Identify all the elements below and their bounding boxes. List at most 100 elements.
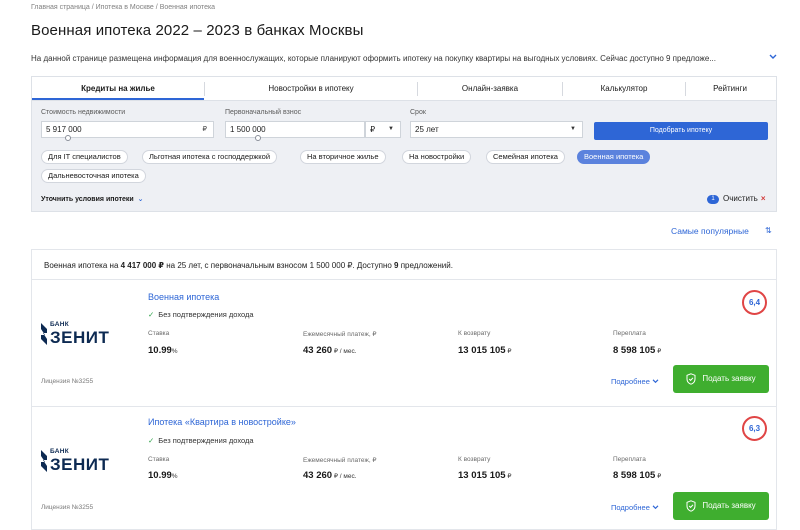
monthly-number: 43 260	[303, 470, 333, 481]
breadcrumb-separator: /	[155, 4, 158, 11]
tab-online-application[interactable]: Онлайн-заявка	[418, 77, 562, 100]
price-currency: ₽	[202, 126, 207, 133]
chip-it-specialists[interactable]: Для IT специалистов	[41, 150, 128, 164]
apply-label: Подать заявку	[702, 501, 756, 510]
overpay-label: Переплата	[613, 456, 646, 463]
return-value: 13 015 105 ₽	[458, 345, 512, 356]
currency-select[interactable]: ₽ ▼	[365, 121, 401, 138]
rate-value: 10.99%	[148, 345, 178, 356]
rating-badge[interactable]: 6,4	[742, 290, 767, 315]
results-list: Военная ипотека на 4 417 000 ₽ на 25 лет…	[31, 249, 777, 530]
down-payment-value: 1 500 000	[230, 125, 266, 134]
apply-label: Подать заявку	[702, 374, 756, 383]
summary-amount: 4 417 000 ₽	[120, 261, 164, 270]
refine-label: Уточнить условия ипотеки	[41, 196, 134, 203]
bank-mark-icon	[41, 450, 47, 472]
overpay-label: Переплата	[613, 330, 646, 337]
more-details-link[interactable]: Подробнее	[611, 377, 659, 386]
tab-ratings[interactable]: Рейтинги	[686, 77, 774, 100]
return-unit: ₽	[505, 473, 512, 480]
bank-logo: БАНК ЗЕНИТ	[41, 448, 131, 478]
term-value: 25 лет	[415, 125, 439, 134]
rate-unit: %	[171, 473, 178, 480]
match-mortgage-button[interactable]: Подобрать ипотеку	[594, 122, 768, 140]
tab-home-loans[interactable]: Кредиты на жилье	[32, 77, 204, 100]
sort-dropdown[interactable]: Самые популярные	[671, 226, 749, 236]
summary-text: на 25 лет, с первоначальным взносом 1 50…	[164, 261, 395, 270]
more-label: Подробнее	[611, 503, 650, 512]
price-label: Стоимость недвижимости	[41, 109, 126, 116]
overpay-unit: ₽	[655, 348, 662, 355]
filter-panel: Кредиты на жилье Новостройки в ипотеку О…	[31, 76, 777, 212]
intro-text: На данной странице размещена информация …	[31, 54, 716, 63]
bank-logo: БАНК ЗЕНИТ	[41, 321, 131, 351]
currency-value: ₽	[370, 125, 376, 134]
offer-card: Военная ипотека ✓ Без подтверждения доход…	[32, 281, 776, 407]
rate-unit: %	[171, 348, 178, 355]
apply-button[interactable]: Подать заявку	[673, 365, 769, 393]
offer-title[interactable]: Ипотека «Квартира в новостройке»	[148, 417, 296, 427]
return-number: 13 015 105	[458, 345, 506, 356]
rate-value: 10.99%	[148, 470, 178, 481]
monthly-unit: ₽ / мес.	[332, 348, 357, 355]
sort-icon[interactable]: ⇅	[765, 226, 772, 235]
rate-label: Ставка	[148, 456, 170, 463]
chip-new-buildings[interactable]: На новостройки	[402, 150, 472, 164]
close-icon: ×	[760, 194, 766, 203]
overpay-number: 8 598 105	[613, 470, 656, 481]
breadcrumb-separator: /	[91, 4, 94, 11]
chip-far-east[interactable]: Дальневосточная ипотека	[41, 169, 146, 183]
breadcrumb-home[interactable]: Главная страница	[31, 4, 90, 11]
overpay-number: 8 598 105	[613, 345, 656, 356]
bank-logo-name: ЗЕНИТ	[50, 455, 110, 474]
return-label: К возврату	[458, 330, 491, 337]
active-filters-badge: 1	[707, 195, 719, 204]
return-number: 13 015 105	[458, 470, 506, 481]
chevron-down-icon: ▼	[388, 126, 394, 132]
monthly-number: 43 260	[303, 345, 333, 356]
no-income-proof-feature: ✓ Без подтверждения дохода	[148, 436, 254, 445]
offer-title[interactable]: Военная ипотека	[148, 292, 219, 302]
no-income-proof-feature: ✓ Без подтверждения дохода	[148, 310, 254, 319]
tab-new-buildings[interactable]: Новостройки в ипотеку	[205, 77, 417, 100]
apply-button[interactable]: Подать заявку	[673, 492, 769, 520]
chip-military[interactable]: Военная ипотека	[577, 150, 651, 164]
bank-logo-small-text: БАНК	[50, 321, 69, 328]
chip-family[interactable]: Семейная ипотека	[486, 150, 565, 164]
chevron-down-icon: ⌄	[137, 196, 144, 203]
monthly-value: 43 260 ₽ / мес.	[303, 345, 357, 356]
breadcrumb-current: Военная ипотека	[159, 4, 216, 11]
chip-secondary[interactable]: На вторичное жилье	[300, 150, 386, 164]
results-summary: Военная ипотека на 4 417 000 ₽ на 25 лет…	[32, 250, 776, 280]
price-slider-handle[interactable]	[65, 135, 71, 141]
overpay-unit: ₽	[655, 473, 662, 480]
monthly-unit: ₽ / мес.	[332, 473, 357, 480]
return-value: 13 015 105 ₽	[458, 470, 512, 481]
feature-label: Без подтверждения дохода	[158, 310, 254, 319]
rating-badge[interactable]: 6,3	[742, 416, 767, 441]
rate-number: 10.99	[148, 470, 172, 481]
chip-state-support[interactable]: Льготная ипотека с господдержкой	[142, 150, 278, 164]
summary-text: предложений.	[398, 261, 453, 270]
shield-check-icon	[686, 373, 696, 385]
page-title: Военная ипотека 2022 – 2023 в банках Мос…	[31, 22, 364, 39]
expand-intro-chevron-icon[interactable]	[769, 52, 777, 62]
check-icon: ✓	[148, 310, 155, 319]
overpay-value: 8 598 105 ₽	[613, 470, 661, 481]
clear-filters-button[interactable]: Очистить ×	[723, 194, 766, 203]
term-select[interactable]: 25 лет ▼	[410, 121, 583, 138]
more-details-link[interactable]: Подробнее	[611, 503, 659, 512]
down-payment-slider-handle[interactable]	[255, 135, 261, 141]
rate-number: 10.99	[148, 345, 172, 356]
overpay-value: 8 598 105 ₽	[613, 345, 661, 356]
breadcrumb-mortgage[interactable]: Ипотека в Москве	[96, 4, 154, 11]
chevron-down-icon: ▼	[570, 126, 576, 132]
tab-calculator[interactable]: Калькулятор	[563, 77, 685, 100]
clear-label: Очистить	[723, 194, 758, 203]
breadcrumb: Главная страница / Ипотека в Москве / Во…	[31, 4, 215, 11]
refine-conditions-toggle[interactable]: Уточнить условия ипотеки ⌄	[41, 195, 144, 203]
down-payment-input[interactable]: 1 500 000	[225, 121, 365, 138]
monthly-label: Ежемесячный платеж, ₽	[303, 331, 377, 338]
summary-text: Военная ипотека на	[44, 261, 121, 270]
check-icon: ✓	[148, 436, 155, 445]
